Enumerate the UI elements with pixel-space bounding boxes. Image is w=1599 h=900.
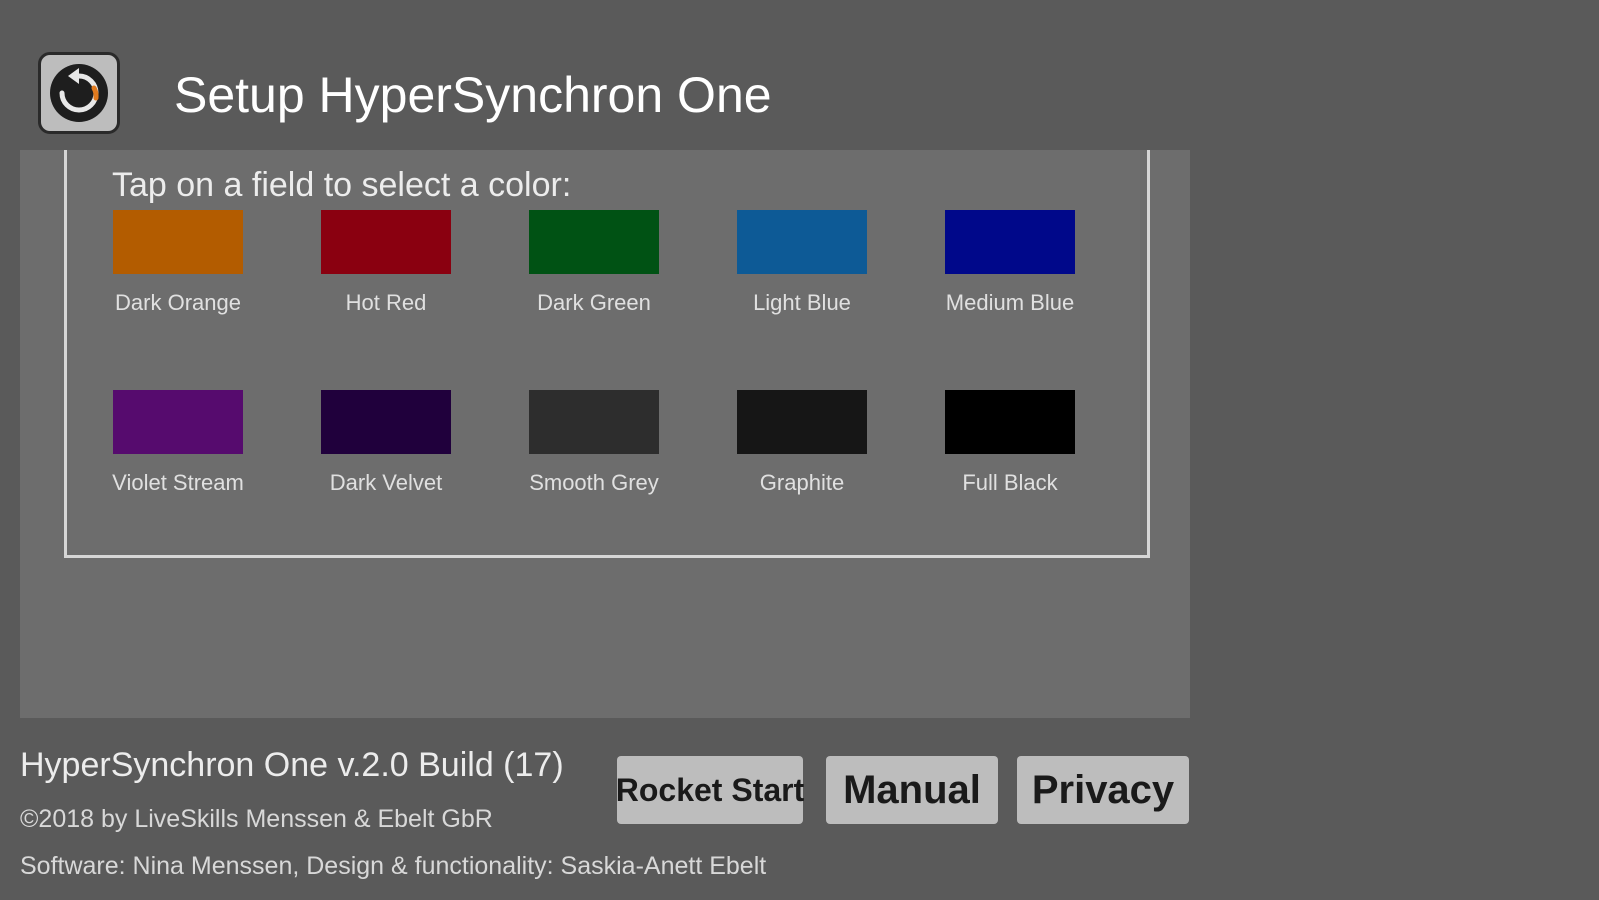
color-label: Dark Green — [537, 290, 651, 315]
color-option-dark-green[interactable]: Dark Green — [504, 210, 684, 316]
color-label: Violet Stream — [112, 470, 244, 495]
credits-text: Software: Nina Menssen, Design & functio… — [20, 852, 767, 880]
color-instruction: Tap on a field to select a color: — [112, 166, 572, 204]
color-label: Light Blue — [753, 290, 851, 315]
back-button[interactable] — [38, 52, 120, 134]
color-option-dark-orange[interactable]: Dark Orange — [88, 210, 268, 316]
color-label: Hot Red — [345, 290, 427, 315]
privacy-button[interactable]: Privacy — [1017, 756, 1189, 824]
color-swatch[interactable] — [945, 390, 1075, 454]
color-label: Dark Orange — [115, 290, 241, 315]
color-label: Dark Velvet — [329, 470, 443, 495]
color-swatch[interactable] — [529, 390, 659, 454]
color-swatch[interactable] — [113, 390, 243, 454]
color-option-hot-red[interactable]: Hot Red — [296, 210, 476, 316]
color-option-dark-velvet[interactable]: Dark Velvet — [296, 390, 476, 496]
color-label: Graphite — [759, 470, 845, 495]
color-label: Full Black — [962, 470, 1058, 495]
color-option-full-black[interactable]: Full Black — [920, 390, 1100, 496]
color-swatch[interactable] — [945, 210, 1075, 274]
manual-button[interactable]: Manual — [826, 756, 998, 824]
color-option-smooth-grey[interactable]: Smooth Grey — [504, 390, 684, 496]
color-option-medium-blue[interactable]: Medium Blue — [920, 210, 1100, 316]
page-title: Setup HyperSynchron One — [174, 67, 772, 123]
color-option-light-blue[interactable]: Light Blue — [712, 210, 892, 316]
color-option-violet-stream[interactable]: Violet Stream — [88, 390, 268, 496]
color-swatch[interactable] — [737, 390, 867, 454]
color-label: Smooth Grey — [529, 470, 659, 495]
color-option-graphite[interactable]: Graphite — [712, 390, 892, 496]
back-arrow-icon — [48, 62, 110, 124]
color-panel: Tap on a field to select a color: Dark O… — [20, 150, 1190, 718]
color-swatch[interactable] — [113, 210, 243, 274]
color-swatch[interactable] — [737, 210, 867, 274]
rocket-start-button[interactable]: Rocket Start — [616, 756, 804, 824]
color-swatch[interactable] — [529, 210, 659, 274]
version-text: HyperSynchron One v.2.0 Build (17) — [20, 746, 564, 784]
color-swatch[interactable] — [321, 390, 451, 454]
color-label: Medium Blue — [945, 290, 1075, 315]
copyright-text: ©2018 by LiveSkills Menssen & Ebelt GbR — [20, 805, 493, 833]
color-swatch[interactable] — [321, 210, 451, 274]
